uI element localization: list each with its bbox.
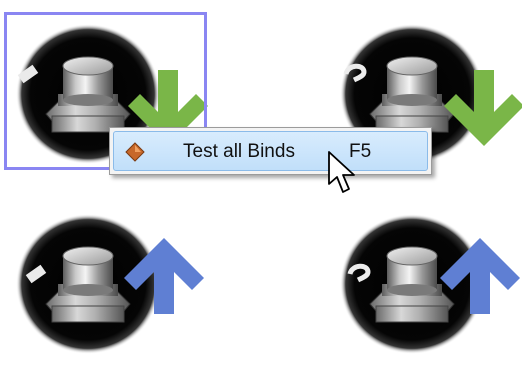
mouse-cursor-icon [328,151,355,193]
diamond-icon [125,142,145,162]
footswitch-graphic [15,213,204,355]
menu-item-label: Test all Binds [183,141,295,162]
menu-item-test-all-binds[interactable]: Test all Binds F5 [113,131,428,171]
context-menu: Test all Binds F5 [109,127,432,175]
footswitch-tile-2-up[interactable] [332,206,522,356]
footswitch-tile-1-up[interactable] [8,206,204,356]
footswitch-graphic [339,213,520,355]
